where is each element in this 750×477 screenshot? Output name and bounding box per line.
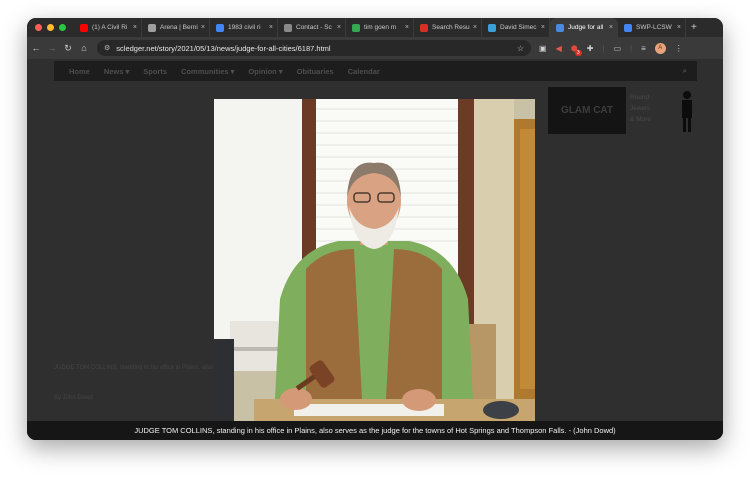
browser-tab[interactable]: Search Resu × — [414, 18, 482, 37]
browser-tab[interactable]: SWP-LCSW × — [618, 18, 686, 37]
tab-title: Contact - Sc — [296, 24, 332, 31]
close-tab-icon[interactable]: × — [609, 24, 613, 31]
background-caption: JUDGE TOM COLLINS, standing in his offic… — [54, 365, 233, 371]
divider: | — [630, 43, 633, 53]
close-tab-icon[interactable]: × — [677, 24, 681, 31]
browser-tab[interactable]: tim goen m × — [346, 18, 414, 37]
arena-icon — [148, 23, 156, 32]
sidebar-ad[interactable]: GLAM CAT Round Jewels & More — [548, 84, 698, 136]
url-text: scledger.net/story/2021/05/13/news/judge… — [116, 43, 331, 53]
close-tab-icon[interactable]: × — [337, 24, 341, 31]
nav-communities[interactable]: Communities ▾ — [181, 67, 234, 76]
address-bar[interactable]: ⚙ scledger.net/story/2021/05/13/news/jud… — [97, 40, 531, 56]
ad-line: Jewels — [630, 105, 650, 112]
new-tab-button[interactable]: + — [691, 22, 697, 33]
tab-title: tim goen m — [364, 24, 397, 31]
tab-title: Judge for all — [568, 24, 604, 31]
menu-icon[interactable]: ⋮ — [675, 44, 683, 53]
tab-title: Search Resu — [432, 24, 470, 31]
site-nav: Home News ▾ Sports Communities ▾ Opinion… — [54, 61, 697, 81]
extension-icon[interactable]: ▣ — [539, 44, 547, 53]
browser-tab[interactable]: 1983 civil ri × — [210, 18, 278, 37]
puzzle-icon[interactable]: ✚ — [587, 44, 594, 53]
nav-calendar[interactable]: Calendar — [348, 67, 380, 76]
close-window-button[interactable] — [35, 24, 42, 31]
google-icon — [624, 23, 632, 32]
nav-news[interactable]: News ▾ — [104, 67, 129, 76]
window-controls — [35, 24, 66, 31]
adblock-icon[interactable]: ⬢ 3 — [571, 44, 582, 56]
back-button[interactable]: ← — [29, 43, 43, 53]
browser-toolbar: ← → ↻ ⌂ ⚙ scledger.net/story/2021/05/13/… — [27, 37, 723, 59]
ad-line: & More — [630, 116, 651, 123]
browser-tab[interactable]: Arena | Berni × — [142, 18, 210, 37]
browser-tab[interactable]: Contact - Sc × — [278, 18, 346, 37]
close-tab-icon[interactable]: × — [201, 24, 205, 31]
photo-icon — [488, 23, 496, 32]
reload-button[interactable]: ↻ — [61, 43, 75, 54]
ad-line: Round — [630, 94, 650, 101]
audio-icon[interactable]: ◀ — [556, 44, 562, 53]
page-viewport: Home News ▾ Sports Communities ▾ Opinion… — [27, 59, 723, 440]
profile-avatar[interactable]: A — [654, 42, 666, 54]
cast-icon[interactable]: ▭ — [613, 44, 621, 53]
browser-tab[interactable]: (1) A Civil Ri × — [74, 18, 142, 37]
home-button[interactable]: ⌂ — [77, 43, 91, 53]
nav-home[interactable]: Home — [69, 67, 90, 76]
ad-figure-image — [682, 91, 692, 132]
tab-title: (1) A Civil Ri — [92, 24, 128, 31]
notification-count: 3 — [574, 49, 582, 56]
search-result-icon — [420, 23, 428, 32]
tab-strip: (1) A Civil Ri × Arena | Berni × 1983 civil … — [27, 18, 723, 37]
site-info-icon[interactable]: ⚙ — [104, 44, 110, 52]
divider: | — [602, 43, 605, 53]
background-byline: By John Dowd — [54, 395, 93, 401]
lightbox-photo — [214, 99, 535, 421]
browser-tab[interactable]: Judge for all × — [550, 18, 618, 37]
browser-window: (1) A Civil Ri × Arena | Berni × 1983 civil … — [27, 18, 723, 440]
nav-sports[interactable]: Sports — [143, 67, 167, 76]
close-tab-icon[interactable]: × — [473, 24, 477, 31]
ad-text: Round Jewels & More — [630, 92, 651, 125]
google-icon — [352, 23, 360, 32]
tab-title: Arena | Berni — [160, 24, 198, 31]
browser-tab[interactable]: David Simec × — [482, 18, 550, 37]
close-tab-icon[interactable]: × — [541, 24, 545, 31]
lightbox-caption: JUDGE TOM COLLINS, standing in his offic… — [27, 421, 723, 440]
nav-obituaries[interactable]: Obituaries — [297, 67, 334, 76]
tab-title: 1983 civil ri — [228, 24, 261, 31]
nav-opinion[interactable]: Opinion ▾ — [248, 67, 282, 76]
tab-title: SWP-LCSW — [636, 24, 672, 31]
minimize-window-button[interactable] — [47, 24, 54, 31]
ad-logo: GLAM CAT — [548, 87, 626, 134]
youtube-icon — [80, 23, 88, 32]
tab-title: David Simec — [500, 24, 537, 31]
close-tab-icon[interactable]: × — [405, 24, 409, 31]
forward-button[interactable]: → — [45, 43, 59, 53]
maximize-window-button[interactable] — [59, 24, 66, 31]
reading-list-icon[interactable]: ≡ — [641, 44, 646, 53]
close-tab-icon[interactable]: × — [269, 24, 273, 31]
close-tab-icon[interactable]: × — [133, 24, 137, 31]
google-icon — [216, 23, 224, 32]
bookmark-star-icon[interactable]: ☆ — [517, 44, 524, 53]
scale-icon — [284, 23, 292, 32]
newspaper-icon — [556, 23, 564, 32]
search-icon[interactable]: ⌕ — [683, 66, 687, 76]
